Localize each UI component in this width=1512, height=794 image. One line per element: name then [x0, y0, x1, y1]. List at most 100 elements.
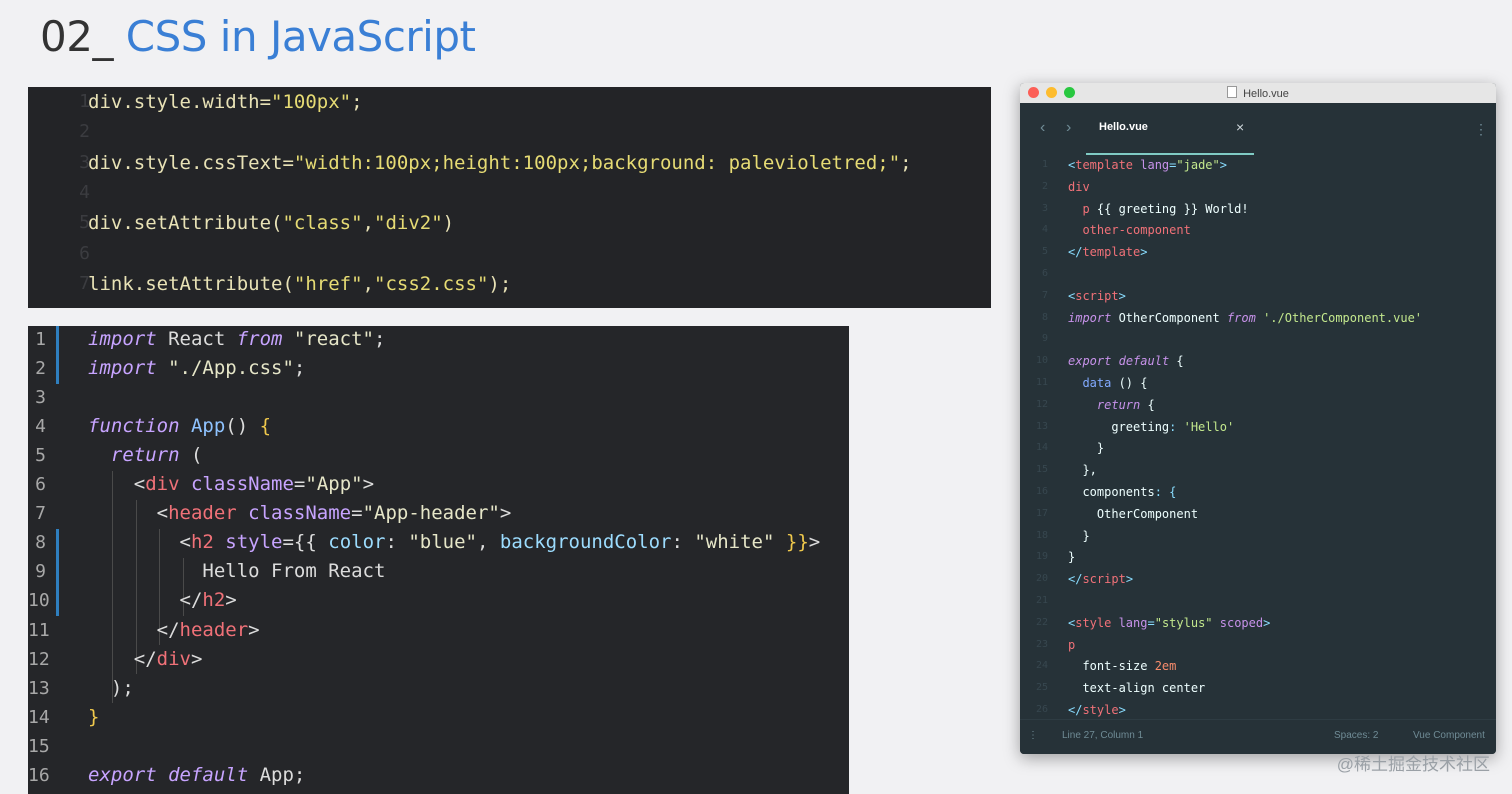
code-text: export default App; [88, 761, 305, 790]
code-line: 13 ); [28, 674, 849, 703]
code-token: div [88, 91, 123, 113]
code-token: { [259, 415, 272, 438]
code-text: } [1068, 525, 1089, 547]
line-number: 1 [35, 329, 46, 350]
code-line: 25 text-align center [1020, 677, 1496, 699]
code-token: template [1082, 245, 1141, 260]
line-number: 15 [28, 735, 50, 757]
code-token: App [179, 415, 226, 438]
code-token: "100px" [271, 91, 352, 113]
code-line: 12 return { [1020, 394, 1496, 416]
line-number: 1 [1041, 159, 1048, 170]
code-text: </script> [1068, 568, 1133, 590]
code-token: div [156, 647, 191, 670]
line-number: 9 [35, 561, 46, 583]
code-token: > [1125, 572, 1134, 587]
code-text: components: { [1068, 481, 1176, 503]
code-token: { [1140, 397, 1155, 412]
status-cursor-position[interactable]: Line 27, Column 1 [1062, 730, 1143, 741]
code-token: backgroundColor [499, 531, 672, 554]
forward-arrow-icon[interactable]: › [1066, 119, 1071, 137]
line-number: 18 [1035, 529, 1048, 541]
code-token: export [1068, 354, 1112, 369]
line-number: 5 [79, 212, 90, 234]
code-token: template [1075, 158, 1134, 172]
code-token: } [1068, 550, 1076, 565]
code-text: div.style.width="100px"; [88, 87, 363, 117]
line-number: 4 [1041, 224, 1048, 236]
status-bar: ⋮ Line 27, Column 1 Spaces: 2 Vue Compon… [1020, 719, 1496, 754]
code-token: import [88, 357, 157, 380]
code-line: 5 </template> [1020, 241, 1496, 263]
line-number: 10 [28, 590, 50, 612]
code-token: > [499, 502, 512, 525]
line-number: 16 [1035, 486, 1048, 497]
code-token: > [1118, 703, 1126, 717]
status-syntax[interactable]: Vue Component [1413, 730, 1485, 741]
code-token: , [362, 272, 374, 295]
code-token: = [293, 473, 306, 496]
code-line: 3 p {{ greeting }} World! [1020, 198, 1496, 220]
code-token: from [1226, 310, 1256, 325]
code-text: div.style.cssText="width:100px;height:10… [88, 148, 912, 178]
window-title-text: Hello.vue [1243, 88, 1289, 100]
code-line: 14} [28, 703, 849, 732]
line-number: 14 [28, 706, 50, 728]
code-token: className [236, 502, 352, 525]
code-line: 10 </h2> [28, 586, 849, 615]
code-token: > [1118, 288, 1126, 303]
line-number: 25 [1035, 682, 1048, 694]
code-text: } [1068, 437, 1104, 459]
code-text: </template> [1068, 241, 1147, 263]
code-token: default [1118, 354, 1170, 369]
tab-hello-vue[interactable]: Hello.vue × [1086, 117, 1254, 155]
code-text: link.setAttribute("href","css2.css"); [88, 269, 511, 299]
dom-style-code-panel: 1 div.style.width="100px"; 2 3 div.style.css… [28, 87, 991, 308]
code-token: other-component [1068, 223, 1191, 238]
code-line: 4 function App() { [28, 412, 849, 441]
code-line: 13 greeting: 'Hello' [1020, 416, 1496, 438]
code-token: from [236, 328, 283, 350]
code-line: 11 </header> [28, 616, 849, 645]
code-token: components [1068, 485, 1155, 499]
code-token: return [88, 444, 180, 467]
code-token: App; [248, 763, 306, 786]
code-line: 17 OtherComponent [1020, 503, 1496, 525]
code-token: './OtherComponent.vue' [1255, 310, 1423, 325]
code-token: div [1068, 179, 1090, 194]
line-number: 22 [1035, 616, 1048, 628]
code-token: font-size [1068, 659, 1155, 674]
code-token: > [190, 647, 203, 670]
code-text: }, [1068, 459, 1096, 481]
status-indentation[interactable]: Spaces: 2 [1334, 730, 1378, 741]
code-token: "white" [694, 531, 775, 554]
code-token: 2em [1154, 659, 1177, 674]
code-token: h2 [202, 589, 226, 612]
code-token: lang [1111, 615, 1148, 630]
code-token: { [1169, 354, 1184, 369]
code-token: "blue" [408, 531, 477, 554]
code-text: div [1068, 176, 1090, 198]
code-line: 9 Hello From React [28, 557, 849, 586]
code-text: greeting: 'Hello' [1068, 416, 1234, 438]
code-token: ; [900, 151, 912, 174]
code-line: 7 <header className="App-header"> [28, 499, 849, 528]
code-line: 14 } [1020, 437, 1496, 459]
code-line: 21 [1020, 590, 1496, 612]
code-line: 16 components: { [1020, 481, 1496, 503]
code-token: () [225, 415, 260, 438]
code-text: import "./App.css"; [88, 354, 305, 383]
code-token: "App" [305, 473, 363, 496]
code-text: export default { [1068, 350, 1184, 372]
more-vertical-icon[interactable]: ⋮ [1474, 121, 1488, 138]
code-text: other-component [1068, 219, 1191, 241]
code-text: </header> [88, 616, 260, 645]
close-icon[interactable]: × [1236, 119, 1244, 135]
code-token: "./App.css" [156, 357, 294, 380]
back-arrow-icon[interactable]: ‹ [1040, 119, 1045, 137]
line-number: 7 [35, 503, 46, 525]
code-text: return { [1068, 394, 1155, 416]
status-menu-icon[interactable]: ⋮ [1028, 730, 1038, 741]
code-token: "react" [282, 328, 374, 350]
code-line: 8 <h2 style={{ color: "blue", background… [28, 528, 849, 557]
